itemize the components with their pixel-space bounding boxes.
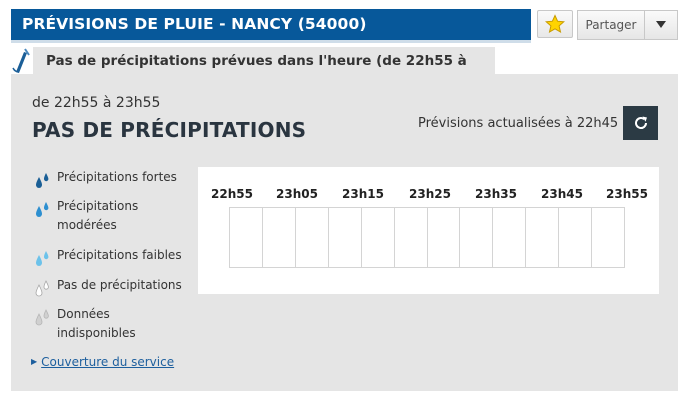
timeline-segment (460, 208, 494, 267)
time-tick: 23h55 (606, 187, 648, 201)
update-time: Prévisions actualisées à 22h45 (418, 116, 619, 131)
time-tick: 23h25 (409, 187, 451, 201)
drops-moderate-icon (36, 202, 49, 217)
share-button[interactable]: Partager (577, 10, 644, 40)
timeline-segment (428, 208, 461, 267)
timeline-grid (229, 207, 625, 268)
forecast-tab[interactable]: Pas de précipitations prévues dans l'heu… (33, 47, 495, 98)
refresh-button[interactable] (623, 106, 658, 140)
coverage-link-row: ▶ Couverture du service (31, 355, 174, 369)
umbrella-icon (10, 46, 34, 74)
timeline-segment (493, 208, 527, 267)
time-tick: 23h35 (475, 187, 517, 201)
timeline-segment (263, 208, 296, 267)
refresh-icon (634, 116, 647, 129)
caret-down-icon (656, 21, 666, 28)
drops-unavailable-icon (35, 309, 49, 326)
time-tick: 23h05 (276, 187, 318, 201)
drops-light-icon (36, 251, 49, 266)
share-dropdown-button[interactable] (644, 10, 678, 40)
forecast-range: de 22h55 à 23h55 (32, 95, 161, 111)
timeline-segment (230, 208, 263, 267)
forecast-status: PAS DE PRÉCIPITATIONS (32, 118, 307, 142)
page-title: PRÉVISIONS DE PLUIE - NANCY (54000) (11, 9, 531, 40)
legend-label: Pas de précipitations (57, 278, 182, 292)
legend-label: Données indisponibles (57, 307, 136, 340)
time-tick: 23h45 (541, 187, 583, 201)
timeline-segment (329, 208, 362, 267)
time-tick: 23h15 (342, 187, 384, 201)
drops-none-icon (35, 280, 49, 297)
legend-label: Précipitations faibles (57, 248, 182, 262)
triangle-right-icon: ▶ (31, 357, 38, 366)
timeline-segment (592, 208, 624, 267)
legend-label: Précipitations modérées (57, 199, 139, 232)
title-underline (11, 40, 531, 43)
star-icon (545, 14, 565, 34)
legend-label: Précipitations fortes (57, 170, 177, 184)
favorite-button[interactable] (537, 10, 573, 38)
coverage-link[interactable]: Couverture du service (41, 355, 174, 369)
timeline-segment (526, 208, 560, 267)
time-tick: 22h55 (211, 187, 253, 201)
timeline-segment (559, 208, 593, 267)
drops-heavy-icon (36, 173, 49, 188)
timeline-segment (362, 208, 395, 267)
timeline-segment (395, 208, 428, 267)
timeline-segment (296, 208, 329, 267)
